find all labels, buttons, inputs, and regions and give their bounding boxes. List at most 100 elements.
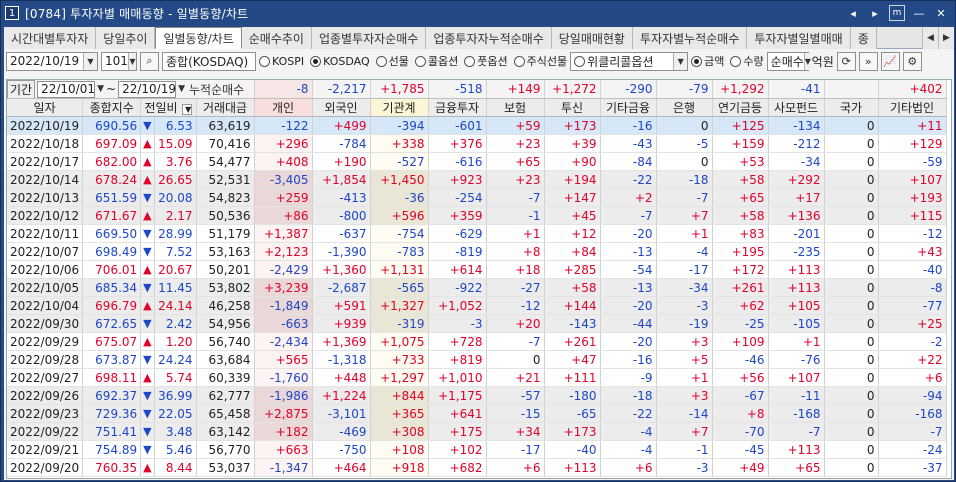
table-row[interactable]: 2022/10/17 682.00 ▲ 3.76 54,477 +408 +190 -527-… [7,152,947,171]
column-header[interactable]: 전일비 ▼ [140,98,197,117]
radio-dot-icon[interactable] [730,55,742,67]
gear-icon[interactable]: ⚙ [902,51,922,71]
value-cell: -14 [656,404,713,423]
table-row[interactable]: 2022/09/27 698.11 ▲ 5.74 60,339 -1,760 +448 +1,… [7,368,947,387]
chart-icon[interactable]: 📈 [880,51,900,71]
period-to-input[interactable]: 22/10/19 [118,80,177,98]
radio-dot-icon[interactable] [310,55,322,67]
close-icon[interactable]: ✕ [933,5,949,21]
radio-콜옵션[interactable]: 콜옵션 [414,53,458,69]
table-row[interactable]: 2022/10/07 698.49 ▼ 7.52 53,163 +2,123 -1,390-… [7,242,947,261]
value-cell: +25 [878,314,947,333]
table-row[interactable]: 2022/09/21 754.89 ▼ 5.46 56,770 +663 -750 +108 +… [7,440,947,459]
value-cell: -18 [600,386,657,405]
column-header[interactable]: 기관계 [370,98,429,117]
radio-금액[interactable]: 금액 [691,53,724,69]
table-row[interactable]: 2022/09/23 729.36 ▼ 22.05 65,458 +2,875 -3,101… [7,404,947,423]
table-row[interactable]: 2022/09/26 692.37 ▼ 36.99 62,777 -1,986 +1,224… [7,386,947,405]
radio-dot-icon[interactable] [259,55,270,67]
next-page-icon[interactable]: » [858,51,878,71]
tab-2[interactable]: 일별동향/차트 [155,27,242,49]
column-header[interactable]: 개인 [254,98,313,117]
tab-6[interactable]: 당일매매현황 [551,27,633,49]
table-row[interactable]: 2022/09/20 760.35 ▲ 8.44 53,037 -1,347 +464 +91… [7,458,947,477]
chevron-down-icon[interactable]: ▼ [673,52,688,70]
market-code-select[interactable]: 101 ▼ [101,51,137,71]
radio-kospi[interactable]: KOSPI [259,53,304,69]
radio-dot-icon[interactable] [414,55,426,67]
column-header[interactable]: 일자 [7,98,84,117]
column-header[interactable]: 금융투자 [428,98,487,117]
column-header[interactable]: 투신 [544,98,601,117]
table-row[interactable]: 2022/10/11 669.50 ▼ 28.99 51,179 +1,387 -637 -7… [7,224,947,243]
table-row[interactable]: 2022/09/30 672.65 ▼ 2.42 54,956 -663 +939 -319-… [7,314,947,333]
next-screen-icon[interactable]: ▸ [867,5,883,21]
table-row[interactable]: 2022/10/05 685.34 ▼ 11.45 53,802 +3,239 -2,687… [7,278,947,297]
column-header[interactable]: 은행 [656,98,713,117]
tab-0[interactable]: 시간대별투자자 [4,27,97,49]
value-cell: +259 [254,188,313,207]
weekly-option-select[interactable]: 위클리콜옵션 ▼ [570,51,689,71]
chevron-down-icon[interactable]: ▼ [127,52,136,70]
calendar-dropdown-icon[interactable]: ▼ [178,84,185,94]
period-from-input[interactable]: 22/10/01 [37,80,96,98]
calendar-dropdown-icon[interactable]: ▼ [83,52,97,70]
tab-1[interactable]: 당일추이 [96,27,156,49]
table-row[interactable]: 2022/10/14 678.24 ▲ 26.65 52,531 -3,405 +1,854… [7,170,947,189]
column-header[interactable]: 종합지수 [82,98,142,117]
tab-9[interactable]: 종 [850,27,877,49]
radio-수량[interactable]: 수량 [730,53,764,69]
value-cell: +614 [428,260,487,279]
chevron-down-icon[interactable]: ▼ [803,52,811,70]
tab-scroll-left-icon[interactable]: ◀ [922,27,938,49]
column-header[interactable]: 거래대금 [196,98,255,117]
screen-menu-icon[interactable]: m [889,5,905,21]
value-cell: 0 [824,134,879,153]
radio-dot-icon[interactable] [513,55,525,67]
value-cell: -800 [312,206,371,225]
radio-주식선물[interactable]: 주식선물 [513,53,567,69]
table-row[interactable]: 2022/10/12 671.67 ▲ 2.17 50,536 +86 -800 +596 +3… [7,206,947,225]
weekly-option-radio[interactable] [574,55,586,67]
tab-3[interactable]: 순매수추이 [241,27,312,49]
table-row[interactable]: 2022/09/28 673.87 ▼ 24.24 63,684 +565 -1,318 +7… [7,350,947,369]
table-row[interactable]: 2022/10/06 706.01 ▲ 20.67 50,201 -2,429 +1,360… [7,260,947,279]
column-header[interactable]: 외국인 [312,98,371,117]
minimize-icon[interactable]: — [911,5,927,21]
date-input[interactable]: 2022/10/19 ▼ [6,51,98,71]
radio-dot-icon[interactable] [375,55,387,67]
calendar-dropdown-icon[interactable]: ▼ [97,84,104,94]
refresh-icon[interactable]: ⟳ [836,51,856,71]
table-row[interactable]: 2022/09/22 751.41 ▼ 3.48 63,142 +182 -469 +308 +… [7,422,947,441]
column-header[interactable]: 기타법인 [878,98,947,117]
column-header[interactable]: 사모펀드 [768,98,825,117]
table-row[interactable]: 2022/10/19 690.56 ▼ 6.53 63,619 -122 +499 -394-… [7,116,947,135]
tab-scroll-right-icon[interactable]: ▶ [938,27,954,49]
column-header[interactable]: 연기금등 [712,98,769,117]
prev-screen-icon[interactable]: ◂ [845,5,861,21]
value-cell: -18 [656,170,713,189]
radio-dot-icon[interactable] [691,55,703,67]
date-cell: 2022/09/26 [7,386,84,405]
net-buy-select[interactable]: 순매수 ▼ [766,51,811,71]
tab-8[interactable]: 투자자별일별매매 [747,27,851,49]
search-icon[interactable]: ⌕ [140,51,159,71]
value-cell: -17 [656,260,713,279]
column-header[interactable]: 보험 [486,98,545,117]
tab-4[interactable]: 업종별투자자순매수 [311,27,427,49]
table-row[interactable]: 2022/10/18 697.09 ▲ 15.09 70,416 +296 -784 +338… [7,134,947,153]
radio-선물[interactable]: 선물 [375,53,409,69]
change-filter-dropdown-icon[interactable]: ▼ [181,104,193,115]
tab-7[interactable]: 투자자별누적순매수 [632,27,748,49]
table-row[interactable]: 2022/10/13 651.59 ▼ 20.08 54,823 +259 -413 -36-… [7,188,947,207]
radio-풋옵션[interactable]: 풋옵션 [464,53,508,69]
column-header[interactable]: 국가 [824,98,879,117]
column-header[interactable]: 기타금융 [600,98,657,117]
radio-dot-icon[interactable] [464,55,476,67]
table-row[interactable]: 2022/09/29 675.07 ▲ 1.20 56,740 -2,434 +1,369 +… [7,332,947,351]
radio-kosdaq[interactable]: KOSDAQ [310,53,370,69]
table-row[interactable]: 2022/10/04 696.79 ▲ 24.14 46,258 -1,849 +591 +1… [7,296,947,315]
tab-5[interactable]: 업종투자자누적순매수 [426,27,552,49]
value-cell: +90 [544,152,601,171]
change-cell: 6.53 [154,116,197,135]
